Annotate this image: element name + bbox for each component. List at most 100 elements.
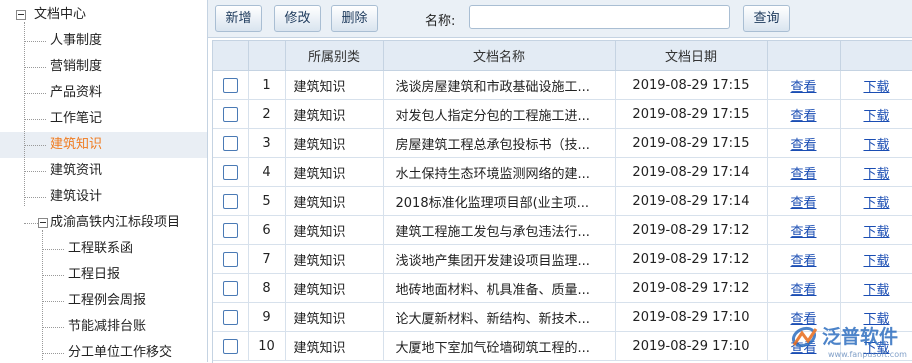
table-cell: 下载 [840,186,912,216]
header-category[interactable]: 所属别类 [285,41,384,71]
table-cell: 建筑工程施工发包与承包违法行... [383,215,616,245]
header-document-name[interactable]: 文档名称 [383,41,616,71]
header-download [840,41,912,71]
download-link[interactable]: 下载 [863,109,889,124]
row-document-date: 2019-08-29 17:15 [632,106,750,122]
table-cell: 建筑知识 [285,244,384,274]
row-checkbox[interactable] [222,106,238,122]
table-row[interactable]: 6 建筑知识 建筑工程施工发包与承包违法行... 2019-08-29 17:12 查看… [213,215,912,245]
collapse-toggle-icon[interactable] [16,10,26,20]
table-cell: 10 [248,331,286,361]
header-index [248,41,286,71]
row-document-name[interactable]: 房屋建筑工程总承包投标书（技... [396,138,590,153]
row-document-name[interactable]: 对发包人指定分包的工程施工进... [396,109,590,124]
tree-node-label: 工程日报 [68,267,121,282]
row-checkbox[interactable] [222,193,238,209]
download-link[interactable]: 下载 [863,283,889,298]
table-cell: 建筑知识 [285,99,384,129]
tree-connector [42,327,64,328]
table-cell: 下载 [840,273,912,303]
download-link[interactable]: 下载 [863,196,889,211]
view-link[interactable]: 查看 [790,225,816,240]
name-search-input[interactable] [469,5,730,29]
view-link[interactable]: 查看 [790,167,816,182]
download-link[interactable]: 下载 [863,225,889,240]
row-index: 9 [262,309,271,325]
view-link[interactable]: 查看 [790,109,816,124]
view-link[interactable]: 查看 [790,196,816,211]
tree-node[interactable]: 分工单位工作移交 [0,340,207,362]
tree-node[interactable]: 工程日报 [0,262,207,288]
row-checkbox[interactable] [222,222,238,238]
table-row[interactable]: 3 建筑知识 房屋建筑工程总承包投标书（技... 2019-08-29 17:15 查看… [213,128,912,158]
row-category: 建筑知识 [293,108,346,124]
tree-node[interactable]: 成渝高铁内江标段项目 [0,210,207,236]
table-cell: 下载 [840,157,912,187]
tree-node[interactable]: 节能减排台账 [0,314,207,340]
tree-node[interactable]: 营销制度 [0,54,207,80]
row-document-name[interactable]: 大厦地下室加气砼墙砌筑工程的... [396,341,590,356]
table-cell: 建筑知识 [285,157,384,187]
tree-connector [24,119,46,120]
tree-node[interactable]: 工程联系函 [0,236,207,262]
table-cell: 下载 [840,128,912,158]
row-checkbox[interactable] [222,280,238,296]
row-document-name[interactable]: 浅谈房屋建筑和市政基础设施工... [396,80,590,95]
table-cell: 2019-08-29 17:12 [615,215,768,245]
svg-text:泛普软件: 泛普软件 [822,325,898,348]
tree-node[interactable]: 建筑设计 [0,184,207,210]
tree-node[interactable]: 文档中心 [0,2,207,28]
row-checkbox[interactable] [222,338,238,354]
add-button[interactable]: 新增 [215,5,262,32]
tree-node[interactable]: 产品资料 [0,80,207,106]
download-link[interactable]: 下载 [863,138,889,153]
row-checkbox[interactable] [222,164,238,180]
view-link[interactable]: 查看 [790,138,816,153]
table-cell: 查看 [767,273,841,303]
row-index: 10 [258,338,275,354]
table-cell: 查看 [767,186,841,216]
row-document-name[interactable]: 2018标准化监理项目部(业主项... [396,196,590,211]
row-checkbox[interactable] [222,309,238,325]
tree-node[interactable]: 建筑知识 [0,132,207,158]
table-cell: 下载 [840,244,912,274]
row-document-name[interactable]: 水土保持生态环境监测网络的建... [396,167,590,182]
tree-node-label: 成渝高铁内江标段项目 [50,215,181,230]
edit-button[interactable]: 修改 [274,5,321,32]
table-cell: 论大厦新材料、新结构、新技术... [383,302,616,332]
view-link[interactable]: 查看 [790,283,816,298]
tree-node[interactable]: 建筑资讯 [0,158,207,184]
table-row[interactable]: 7 建筑知识 浅谈地产集团开发建设项目监理... 2019-08-29 17:12 查看… [213,244,912,274]
row-checkbox[interactable] [222,77,238,93]
table-cell: 2019-08-29 17:10 [615,302,768,332]
table-row[interactable]: 5 建筑知识 2018标准化监理项目部(业主项... 2019-08-29 17:14… [213,186,912,216]
row-document-name[interactable]: 地砖地面材料、机具准备、质量... [396,283,590,298]
row-document-name[interactable]: 浅谈地产集团开发建设项目监理... [396,254,590,269]
download-link[interactable]: 下载 [863,254,889,269]
table-cell: 2019-08-29 17:14 [615,157,768,187]
collapse-toggle-icon[interactable] [38,218,48,228]
tree-node[interactable]: 工作笔记 [0,106,207,132]
table-cell: 浅谈房屋建筑和市政基础设施工... [383,70,616,100]
view-link[interactable]: 查看 [790,80,816,95]
tree-connector [24,93,46,94]
download-link[interactable]: 下载 [863,167,889,182]
tree-node[interactable]: 工程例会周报 [0,288,207,314]
header-document-date[interactable]: 文档日期 [615,41,768,71]
table-row[interactable]: 8 建筑知识 地砖地面材料、机具准备、质量... 2019-08-29 17:12 查看… [213,273,912,303]
row-checkbox[interactable] [222,251,238,267]
tree-node[interactable]: 人事制度 [0,28,207,54]
download-link[interactable]: 下载 [863,80,889,95]
row-document-name[interactable]: 建筑工程施工发包与承包违法行... [396,225,590,240]
table-row[interactable]: 4 建筑知识 水土保持生态环境监测网络的建... 2019-08-29 17:14 查看… [213,157,912,187]
table-row[interactable]: 1 建筑知识 浅谈房屋建筑和市政基础设施工... 2019-08-29 17:15 查看… [213,70,912,100]
row-document-name[interactable]: 论大厦新材料、新结构、新技术... [396,312,590,327]
table-row[interactable]: 2 建筑知识 对发包人指定分包的工程施工进... 2019-08-29 17:15 查看… [213,99,912,129]
view-link[interactable]: 查看 [790,254,816,269]
query-button[interactable]: 查询 [743,5,790,32]
delete-button[interactable]: 删除 [331,5,378,32]
row-checkbox[interactable] [222,135,238,151]
tree-node-label: 建筑设计 [50,189,103,204]
table-cell: 大厦地下室加气砼墙砌筑工程的... [383,331,616,361]
table-cell [213,128,249,158]
